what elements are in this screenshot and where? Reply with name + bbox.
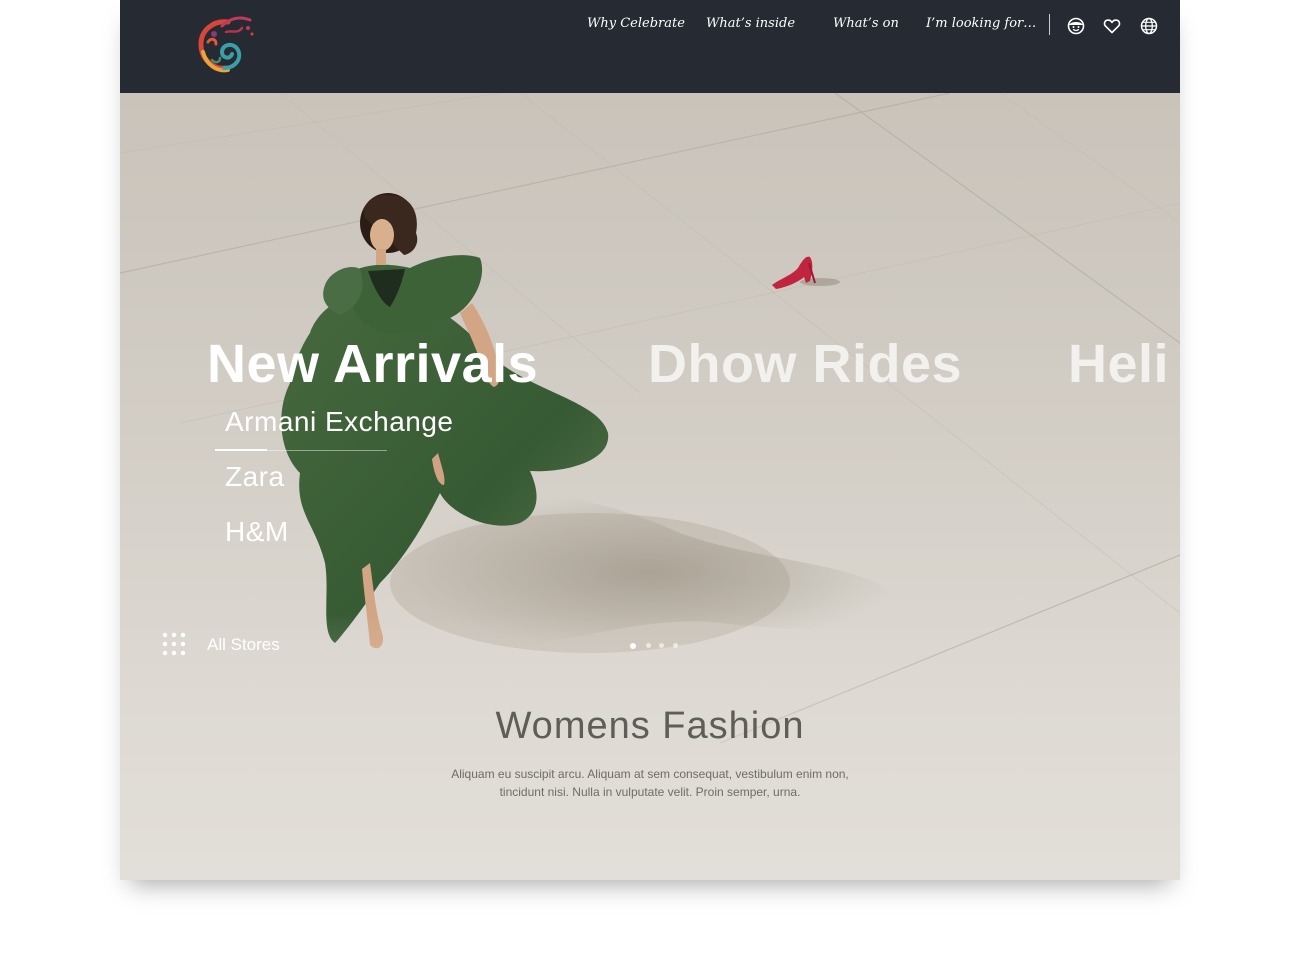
store-item-armani-exchange[interactable]: Armani Exchange — [225, 406, 454, 438]
section-title: Womens Fashion — [495, 705, 805, 747]
category-dhow-rides[interactable]: Dhow Rides — [648, 333, 962, 395]
nav-link-im-looking-for[interactable]: I’m looking for… — [926, 14, 1036, 34]
nav-link-why-celebrate[interactable]: Why Celebrate — [587, 14, 685, 34]
nav-link-whats-inside[interactable]: What’s inside — [706, 14, 795, 34]
carousel-dot-1[interactable] — [630, 642, 636, 649]
category-heli[interactable]: Heli — [1068, 333, 1169, 395]
hero-carousel: New Arrivals Dhow Rides Heli Armani Exch… — [120, 93, 1180, 880]
nav-link-whats-on[interactable]: What’s on — [833, 14, 899, 34]
store-item-zara[interactable]: Zara — [225, 461, 285, 493]
heart-icon[interactable] — [1103, 17, 1121, 35]
carousel-dot-4[interactable] — [673, 643, 678, 648]
top-navigation-bar: Why Celebrate What’s inside What’s on I’… — [120, 0, 1180, 93]
section-description: Aliquam eu suscipit arcu. Aliquam at sem… — [451, 767, 849, 799]
carousel-dot-3[interactable] — [659, 643, 664, 648]
red-shoe — [772, 256, 840, 289]
carousel-dot-2[interactable] — [646, 643, 651, 648]
category-new-arrivals[interactable]: New Arrivals — [207, 333, 538, 395]
store-selection-indicator — [215, 449, 267, 451]
all-stores-label: All Stores — [207, 635, 280, 654]
nav-divider — [1049, 14, 1050, 35]
page-frame: Why Celebrate What’s inside What’s on I’… — [120, 0, 1180, 880]
face-icon[interactable] — [1067, 17, 1085, 35]
globe-icon[interactable] — [1140, 17, 1158, 35]
grid-icon — [162, 632, 186, 656]
store-item-hm[interactable]: H&M — [225, 516, 289, 548]
brand-logo[interactable] — [192, 12, 258, 76]
